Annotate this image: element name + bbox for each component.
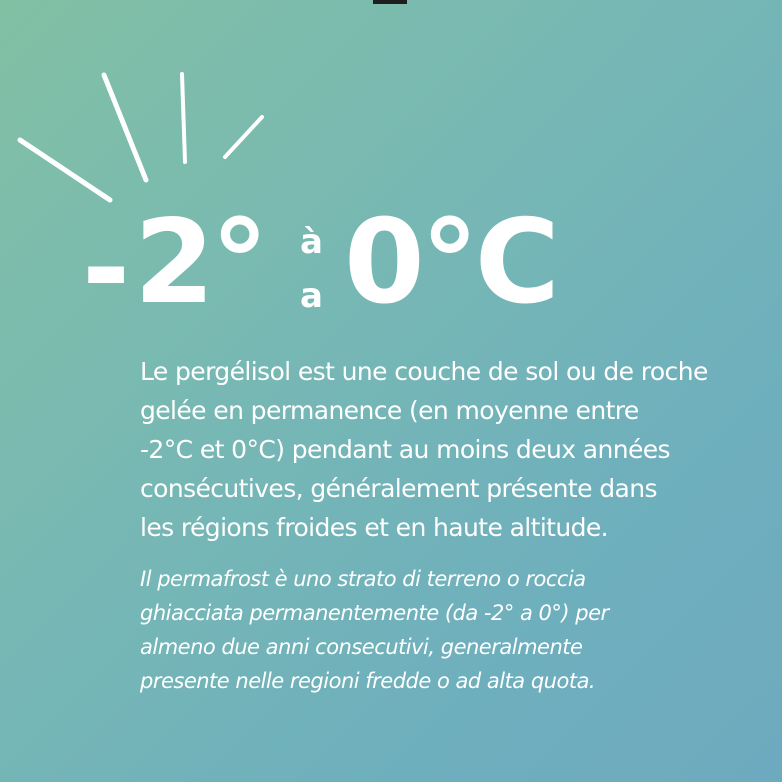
description-french-line: Le pergélisol est une couche de sol ou d… xyxy=(140,357,708,386)
description-french-line: -2°C et 0°C) pendant au moins deux année… xyxy=(140,435,671,464)
description-french-line: gelée en permanence (en moyenne entre xyxy=(140,396,639,425)
top-tab-marker xyxy=(373,0,407,4)
description-french-line: consécutives, généralement présente dans xyxy=(140,474,657,503)
burst-rays-icon xyxy=(17,72,264,203)
description-french: Le pergélisol est une couche de sol ou d… xyxy=(140,352,780,547)
headline-minus: - xyxy=(82,201,130,336)
headline-separator-top: à xyxy=(300,222,323,262)
description-italian: Il permafrost è uno strato di terreno o … xyxy=(140,562,780,698)
headline-separator-bottom: a xyxy=(300,276,323,316)
headline-to-value: 0°C xyxy=(344,195,560,330)
description-italian-line: almeno due anni consecutivi, generalment… xyxy=(140,635,583,659)
description-french-line: les régions froides et en haute altitude… xyxy=(140,513,609,542)
description-italian-line: presente nelle regioni fredde o ad alta … xyxy=(140,669,596,693)
description-italian-line: ghiacciata permanentemente (da -2° a 0°)… xyxy=(140,601,609,625)
description-italian-line: Il permafrost è uno strato di terreno o … xyxy=(140,567,586,591)
headline-from-value: 2° xyxy=(134,195,269,330)
temperature-headline: - 2° à a 0°C xyxy=(82,195,702,336)
